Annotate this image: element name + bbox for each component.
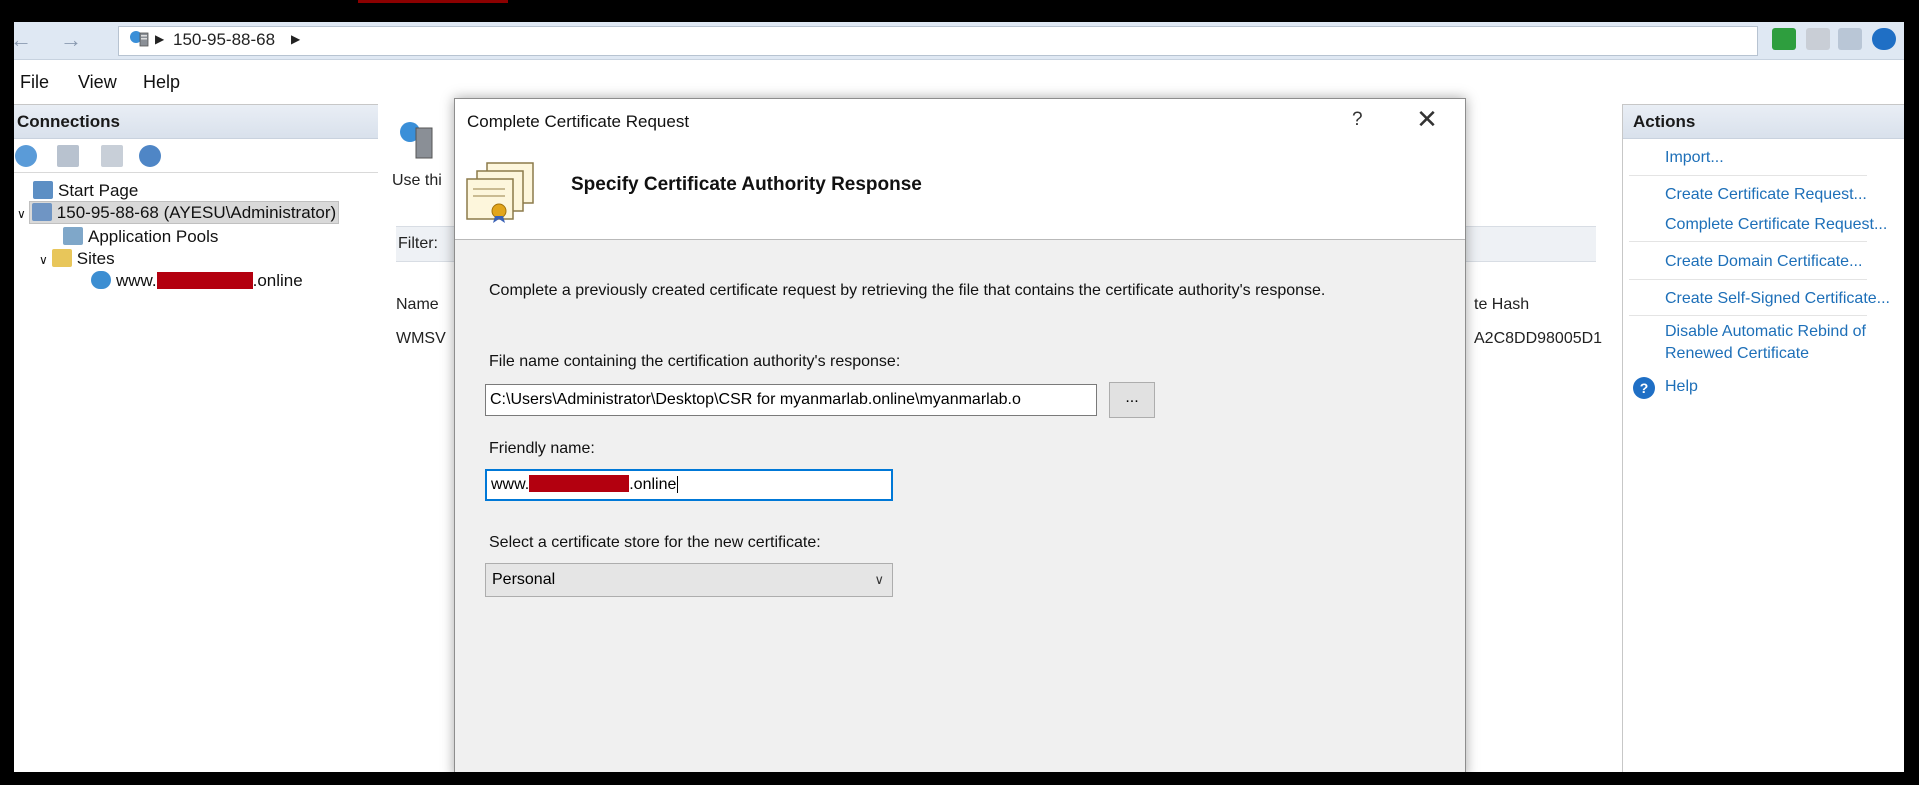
file-name-label: File name containing the certification a… (489, 353, 901, 370)
menu-view[interactable]: View (78, 72, 117, 93)
disconnect-icon[interactable] (139, 145, 161, 167)
divider (1629, 315, 1867, 316)
action-disable-rebind[interactable]: Disable Automatic Rebind of (1665, 323, 1866, 341)
server-icon (31, 203, 52, 221)
breadcrumb-arrow-icon[interactable]: ▶ (291, 32, 300, 46)
tree-item-app-pools[interactable]: Application Pools (63, 227, 218, 247)
friendly-name-input[interactable]: www. .online (485, 469, 893, 501)
action-help[interactable]: Help (1665, 378, 1698, 396)
action-create-domain[interactable]: Create Domain Certificate... (1665, 253, 1862, 271)
address-field[interactable]: ▶ 150-95-88-68 ▶ (118, 26, 1758, 56)
breadcrumb-host[interactable]: 150-95-88-68 (173, 30, 275, 50)
screen-top-border (0, 0, 1919, 22)
start-page-icon (33, 181, 53, 199)
divider (1629, 175, 1867, 176)
action-import[interactable]: Import... (1665, 149, 1724, 167)
dialog-header: Complete Certificate Request ? ✕ Specify… (455, 99, 1465, 240)
chevron-down-icon[interactable]: ∨ (17, 207, 26, 221)
friendly-name-label: Friendly name: (489, 440, 595, 457)
actions-title: Actions (1623, 105, 1904, 139)
help-icon[interactable] (1872, 28, 1896, 50)
back-arrow-icon[interactable]: ← (14, 29, 36, 52)
dialog-close-button[interactable]: ✕ (1412, 105, 1442, 135)
dialog-heading: Specify Certificate Authority Response (571, 174, 922, 195)
divider (1629, 279, 1867, 280)
iis-manager-window: ← → ▶ 150-95-88-68 ▶ File View Help Conn… (14, 22, 1904, 772)
tree-item-start-page[interactable]: Start Page (33, 181, 138, 201)
chevron-down-icon: ∨ (874, 572, 884, 587)
store-label: Select a certificate store for the new c… (489, 534, 821, 551)
refresh-icon[interactable] (1772, 28, 1796, 50)
action-disable-rebind-line2[interactable]: Renewed Certificate (1665, 345, 1809, 363)
table-row-name[interactable]: WMSV (396, 330, 446, 348)
up-icon[interactable] (101, 145, 123, 167)
breadcrumb-arrow-icon[interactable]: ▶ (155, 32, 164, 46)
save-icon[interactable] (57, 145, 79, 167)
center-description: Use thi (392, 172, 442, 189)
tree-item-site[interactable]: www. .online (91, 271, 303, 291)
connections-panel: Connections Start Page ∨ 150-95-88-68 (AY… (14, 104, 382, 772)
complete-certificate-dialog: Complete Certificate Request ? ✕ Specify… (454, 98, 1466, 772)
redacted-text (529, 475, 630, 492)
forward-arrow-icon[interactable]: → (60, 29, 86, 52)
divider (1629, 241, 1867, 242)
help-icon[interactable]: ? (1633, 377, 1655, 399)
table-row-hash: A2C8DD98005D1 (1474, 330, 1603, 347)
folder-icon (51, 249, 72, 267)
app-pools-icon (63, 227, 83, 245)
connect-icon[interactable] (15, 145, 37, 167)
tree-item-server[interactable]: ∨ 150-95-88-68 (AYESU\Administrator) (17, 201, 340, 224)
text-cursor (677, 476, 679, 493)
file-name-input[interactable] (485, 384, 1097, 416)
menu-help[interactable]: Help (143, 72, 180, 93)
actions-panel: Actions Import... Create Certificate Req… (1622, 104, 1904, 772)
column-hash-header[interactable]: te Hash (1474, 296, 1529, 314)
column-name-header[interactable]: Name (396, 296, 439, 314)
dialog-description: Complete a previously created certificat… (489, 282, 1326, 299)
tree-item-sites[interactable]: ∨ Sites (39, 249, 115, 269)
certificate-store-select[interactable]: Personal ∨ (485, 563, 893, 597)
filter-label: Filter: (398, 235, 438, 252)
certificates-icon (400, 122, 433, 159)
home-icon[interactable] (1838, 28, 1862, 50)
connections-toolbar (14, 139, 381, 173)
stop-icon[interactable] (1806, 28, 1830, 50)
action-create-request[interactable]: Create Certificate Request... (1665, 186, 1867, 204)
address-bar: ← → ▶ 150-95-88-68 ▶ (14, 22, 1904, 60)
globe-icon (91, 271, 111, 289)
menu-file[interactable]: File (20, 72, 49, 93)
redacted-text (156, 272, 253, 289)
connections-title: Connections (14, 105, 381, 139)
dialog-help-button[interactable]: ? (1352, 109, 1363, 131)
certificate-icon (466, 162, 534, 223)
action-complete-request[interactable]: Complete Certificate Request... (1665, 216, 1887, 234)
server-icon (130, 31, 149, 47)
action-create-self-signed[interactable]: Create Self-Signed Certificate... (1665, 290, 1890, 308)
browse-button[interactable]: ... (1109, 382, 1155, 418)
dialog-title: Complete Certificate Request (467, 112, 690, 131)
chevron-down-icon[interactable]: ∨ (39, 253, 48, 267)
top-red-mark (358, 0, 508, 3)
